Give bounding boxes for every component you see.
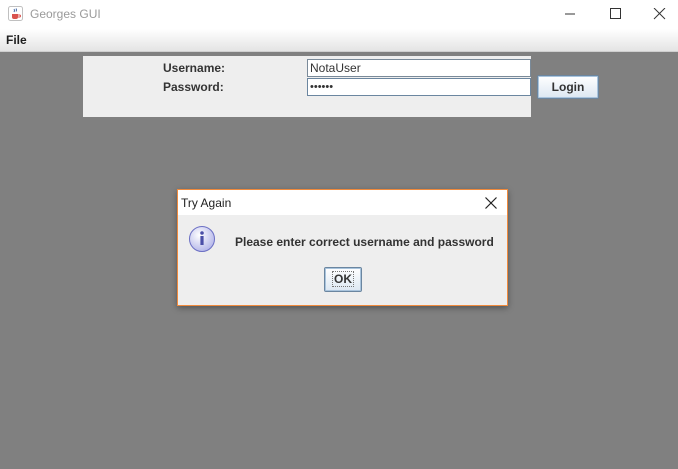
window-titlebar: Georges GUI xyxy=(0,0,678,29)
maximize-button[interactable] xyxy=(592,0,638,29)
password-field[interactable]: •••••• xyxy=(307,78,531,96)
close-icon xyxy=(653,8,666,20)
password-label: Password: xyxy=(163,80,224,94)
username-field[interactable]: NotaUser xyxy=(307,59,531,77)
login-button[interactable]: Login xyxy=(537,75,599,99)
ok-button[interactable]: OK xyxy=(324,267,362,292)
menu-bar: File xyxy=(0,29,678,52)
ok-button-label: OK xyxy=(332,271,354,287)
window-title: Georges GUI xyxy=(30,7,101,21)
minimize-icon xyxy=(565,13,575,15)
menu-file[interactable]: File xyxy=(6,33,27,47)
dialog-close-icon[interactable] xyxy=(484,196,498,210)
try-again-dialog: Try Again Please enter correct username … xyxy=(177,189,508,306)
dialog-title: Try Again xyxy=(181,196,232,210)
minimize-button[interactable] xyxy=(547,0,593,29)
dialog-message: Please enter correct username and passwo… xyxy=(235,235,494,249)
username-label: Username: xyxy=(163,61,226,75)
info-icon xyxy=(189,226,215,252)
login-panel: Username: Password: NotaUser •••••• xyxy=(83,56,531,117)
maximize-icon xyxy=(610,8,621,19)
dialog-titlebar: Try Again xyxy=(178,190,507,215)
java-coffee-cup-icon xyxy=(8,6,23,21)
close-button[interactable] xyxy=(637,0,678,29)
